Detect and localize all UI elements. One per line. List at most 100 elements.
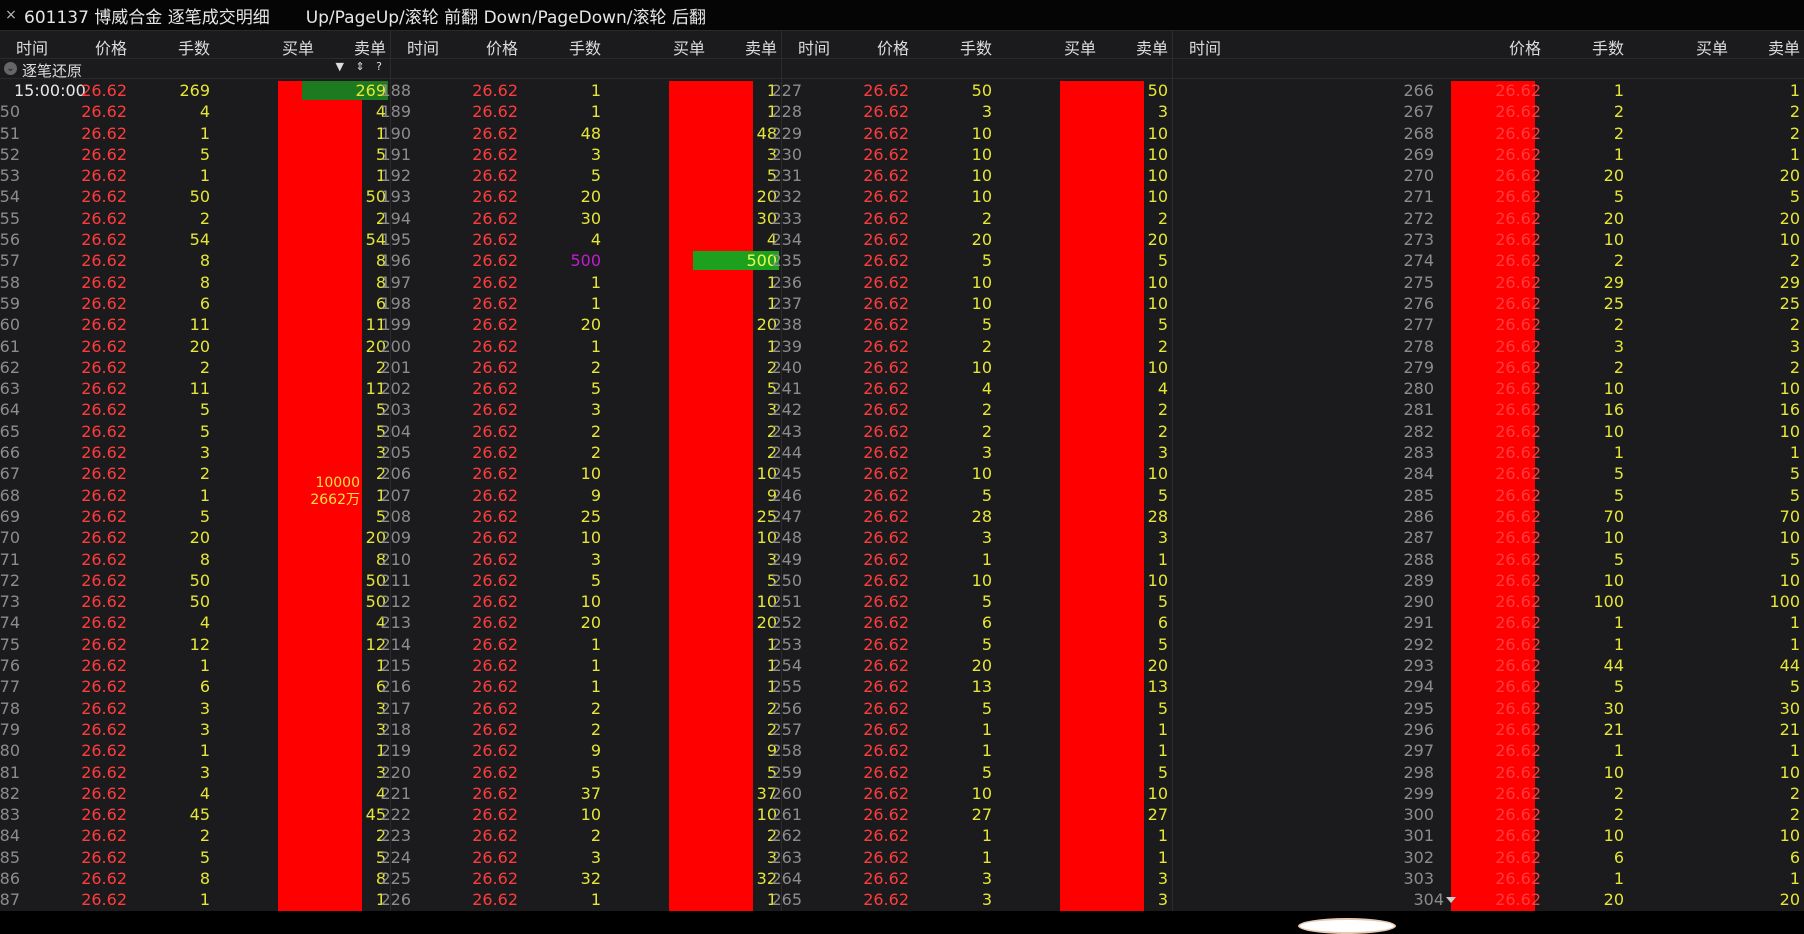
- table-row[interactable]: 18626.6288: [0, 868, 390, 889]
- table-row[interactable]: 188 26.62 1 1: [380, 80, 781, 101]
- table-row[interactable]: 263 26.62 1 1: [771, 847, 1172, 868]
- table-row[interactable]: 259 26.62 5 5: [771, 762, 1172, 783]
- table-row[interactable]: 287 26.62 10 10: [1173, 527, 1804, 548]
- table-row[interactable]: 282 26.62 10 10: [1173, 421, 1804, 442]
- table-row[interactable]: 190 26.62 48 48: [380, 123, 781, 144]
- table-row[interactable]: 205 26.62 2 2: [380, 442, 781, 463]
- table-row[interactable]: 251 26.62 5 5: [771, 591, 1172, 612]
- table-row[interactable]: 197 26.62 1 1: [380, 272, 781, 293]
- table-row[interactable]: 235 26.62 5 5: [771, 250, 1172, 271]
- table-row[interactable]: 195 26.62 4 4: [380, 229, 781, 250]
- table-row[interactable]: 244 26.62 3 3: [771, 442, 1172, 463]
- column-header-time[interactable]: 时间: [16, 35, 48, 59]
- table-row[interactable]: 298 26.62 10 10: [1173, 762, 1804, 783]
- column-header-price[interactable]: 价格: [877, 35, 909, 59]
- filter-sort-help-icons[interactable]: ▼ ⇕ ?: [335, 60, 386, 73]
- table-row[interactable]: 17126.6288: [0, 549, 390, 570]
- table-row[interactable]: 231 26.62 10 10: [771, 165, 1172, 186]
- table-row[interactable]: 239 26.62 2 2: [771, 336, 1172, 357]
- table-row[interactable]: 16426.6255: [0, 399, 390, 420]
- table-row[interactable]: 213 26.62 20 20: [380, 612, 781, 633]
- table-row[interactable]: 218 26.62 2 2: [380, 719, 781, 740]
- table-row[interactable]: 219 26.62 9 9: [380, 740, 781, 761]
- table-row[interactable]: 264 26.62 3 3: [771, 868, 1172, 889]
- table-row[interactable]: 209 26.62 10 10: [380, 527, 781, 548]
- table-row[interactable]: 214 26.62 1 1: [380, 634, 781, 655]
- table-row[interactable]: 250 26.62 10 10: [771, 570, 1172, 591]
- table-row[interactable]: 15226.6255: [0, 144, 390, 165]
- table-row[interactable]: 286 26.62 70 70: [1173, 506, 1804, 527]
- column-header-time[interactable]: 时间: [1189, 35, 1221, 59]
- column-header-price[interactable]: 价格: [1509, 35, 1541, 59]
- table-row[interactable]: 279 26.62 2 2: [1173, 357, 1804, 378]
- table-row[interactable]: 280 26.62 10 10: [1173, 378, 1804, 399]
- table-row[interactable]: 249 26.62 1 1: [771, 549, 1172, 570]
- table-row[interactable]: 196 26.62 500 500: [380, 250, 781, 271]
- table-row[interactable]: 270 26.62 20 20: [1173, 165, 1804, 186]
- table-row[interactable]: 17926.6233: [0, 719, 390, 740]
- table-row[interactable]: 276 26.62 25 25: [1173, 293, 1804, 314]
- table-row[interactable]: 201 26.62 2 2: [380, 357, 781, 378]
- table-row[interactable]: 216 26.62 1 1: [380, 676, 781, 697]
- table-row[interactable]: 295 26.62 30 30: [1173, 698, 1804, 719]
- table-row[interactable]: 229 26.62 10 10: [771, 123, 1172, 144]
- table-row[interactable]: 289 26.62 10 10: [1173, 570, 1804, 591]
- table-row[interactable]: 290 26.62 100 100: [1173, 591, 1804, 612]
- table-row[interactable]: 17326.625050: [0, 591, 390, 612]
- table-row[interactable]: 225 26.62 32 32: [380, 868, 781, 889]
- table-row[interactable]: 273 26.62 10 10: [1173, 229, 1804, 250]
- table-row[interactable]: 226 26.62 1 1: [380, 889, 781, 910]
- table-row[interactable]: 212 26.62 10 10: [380, 591, 781, 612]
- table-row[interactable]: 215 26.62 1 1: [380, 655, 781, 676]
- table-row[interactable]: 17426.6244: [0, 612, 390, 633]
- table-row[interactable]: 291 26.62 1 1: [1173, 612, 1804, 633]
- table-row[interactable]: 297 26.62 1 1: [1173, 740, 1804, 761]
- table-row[interactable]: 299 26.62 2 2: [1173, 783, 1804, 804]
- table-row[interactable]: 253 26.62 5 5: [771, 634, 1172, 655]
- table-row[interactable]: 288 26.62 5 5: [1173, 549, 1804, 570]
- table-row[interactable]: 252 26.62 6 6: [771, 612, 1172, 633]
- table-row[interactable]: 284 26.62 5 5: [1173, 463, 1804, 484]
- column-header-lots[interactable]: 手数: [960, 35, 992, 59]
- table-row[interactable]: 275 26.62 29 29: [1173, 272, 1804, 293]
- table-row[interactable]: 198 26.62 1 1: [380, 293, 781, 314]
- table-row[interactable]: 217 26.62 2 2: [380, 698, 781, 719]
- table-row[interactable]: 191 26.62 3 3: [380, 144, 781, 165]
- table-row[interactable]: 237 26.62 10 10: [771, 293, 1172, 314]
- table-row[interactable]: 15426.625050: [0, 186, 390, 207]
- column-header-lots[interactable]: 手数: [178, 35, 210, 59]
- restore-toggle[interactable]: 逐笔还原: [22, 60, 82, 81]
- column-header-buy[interactable]: 买单: [282, 35, 314, 59]
- table-row[interactable]: 15726.6288: [0, 250, 390, 271]
- table-row[interactable]: 241 26.62 4 4: [771, 378, 1172, 399]
- table-row[interactable]: 15326.6211: [0, 165, 390, 186]
- table-row[interactable]: 18426.6222: [0, 825, 390, 846]
- table-row[interactable]: 18226.6244: [0, 783, 390, 804]
- table-row[interactable]: 189 26.62 1 1: [380, 101, 781, 122]
- table-row[interactable]: 206 26.62 10 10: [380, 463, 781, 484]
- table-row[interactable]: 257 26.62 1 1: [771, 719, 1172, 740]
- table-row[interactable]: 16826.6211: [0, 485, 390, 506]
- chevron-down-icon[interactable]: ⌄: [4, 62, 17, 75]
- table-row[interactable]: 271 26.62 5 5: [1173, 186, 1804, 207]
- table-row[interactable]: 18326.624545: [0, 804, 390, 825]
- table-row[interactable]: 203 26.62 3 3: [380, 399, 781, 420]
- table-row[interactable]: 240 26.62 10 10: [771, 357, 1172, 378]
- table-row[interactable]: 16926.6255: [0, 506, 390, 527]
- table-row[interactable]: 18726.6211: [0, 889, 390, 910]
- table-row[interactable]: 210 26.62 3 3: [380, 549, 781, 570]
- table-row[interactable]: 208 26.62 25 25: [380, 506, 781, 527]
- column-header-sell[interactable]: 卖单: [1136, 35, 1168, 59]
- table-row[interactable]: 193 26.62 20 20: [380, 186, 781, 207]
- table-row[interactable]: 296 26.62 21 21: [1173, 719, 1804, 740]
- table-row[interactable]: 16326.621111: [0, 378, 390, 399]
- table-row[interactable]: 15626.625454: [0, 229, 390, 250]
- column-header-lots[interactable]: 手数: [1592, 35, 1624, 59]
- table-row[interactable]: 272 26.62 20 20: [1173, 208, 1804, 229]
- table-row[interactable]: 277 26.62 2 2: [1173, 314, 1804, 335]
- column-header-lots[interactable]: 手数: [569, 35, 601, 59]
- table-row[interactable]: 16226.6222: [0, 357, 390, 378]
- table-row[interactable]: 302 26.62 6 6: [1173, 847, 1804, 868]
- table-row[interactable]: 16626.6233: [0, 442, 390, 463]
- table-row[interactable]: 248 26.62 3 3: [771, 527, 1172, 548]
